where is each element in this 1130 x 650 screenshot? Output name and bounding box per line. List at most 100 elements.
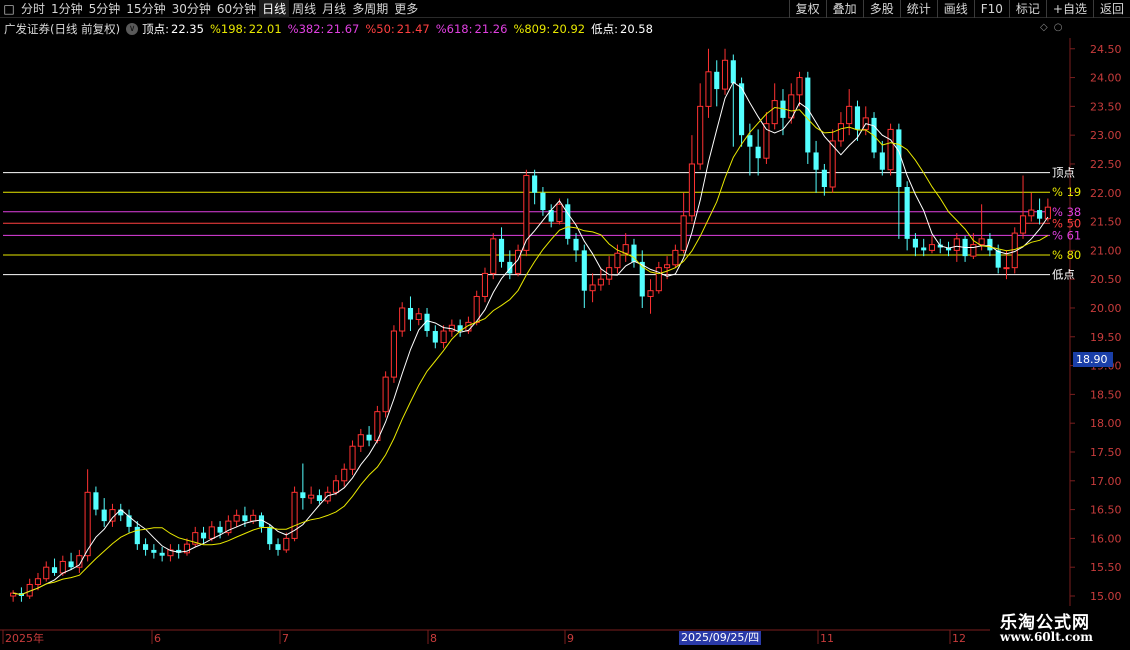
settings-icon[interactable]: ○ <box>1054 22 1063 33</box>
candle <box>887 123 894 176</box>
toolbar-button-1[interactable]: 叠加 <box>825 0 863 18</box>
x-tick-label: 12 <box>952 632 966 645</box>
candle-body <box>581 250 587 291</box>
candle-body <box>680 215 687 251</box>
candle <box>829 129 836 193</box>
candle-body <box>813 152 819 170</box>
candle-body <box>970 244 977 257</box>
candle <box>143 538 149 556</box>
diamond-icon[interactable]: ◇ <box>1040 22 1048 33</box>
candle-body <box>43 566 50 580</box>
candle <box>606 256 613 285</box>
candle-body <box>275 544 281 550</box>
candle <box>647 279 654 314</box>
candle-body <box>208 526 215 539</box>
candle-body <box>151 549 157 553</box>
period-tab-3[interactable]: 15分钟 <box>123 0 168 18</box>
function-buttons: 复权 叠加 多股 统计 画线 F10 标记 +自选 返回 <box>788 0 1130 18</box>
candle <box>573 233 579 262</box>
candle <box>382 371 389 418</box>
toolbar-button-7[interactable]: +自选 <box>1045 0 1093 18</box>
candle <box>10 590 17 602</box>
f198-label: %198: <box>209 22 247 36</box>
candle-body <box>159 552 165 556</box>
candle <box>896 123 902 239</box>
candle <box>316 489 322 504</box>
candle <box>126 509 132 533</box>
y-tick-label: 21.50 <box>1090 216 1122 229</box>
period-tab-8[interactable]: 月线 <box>319 0 349 18</box>
toolbar-button-0[interactable]: 复权 <box>788 0 826 18</box>
candle-body <box>705 71 712 107</box>
collapse-icon[interactable]: □ <box>0 0 18 18</box>
toolbar-button-3[interactable]: 统计 <box>899 0 937 18</box>
candle <box>813 140 819 193</box>
candle <box>639 250 645 308</box>
candle <box>151 544 157 559</box>
candle <box>904 181 910 251</box>
x-tick-label: 11 <box>820 632 834 645</box>
x-tick-label: 2025年 <box>5 631 44 645</box>
candle <box>118 503 124 522</box>
toolbar-button-2[interactable]: 多股 <box>862 0 900 18</box>
candle <box>680 192 687 254</box>
chart-grid <box>0 38 1071 631</box>
stock-title[interactable]: 广发证券(日线 前复权) <box>4 21 120 37</box>
candle-body <box>407 307 414 320</box>
candle-body <box>589 284 596 292</box>
candle <box>953 233 960 262</box>
candle <box>1019 175 1027 239</box>
candle <box>68 552 74 571</box>
candle-body <box>332 480 340 493</box>
f809-value: 20.92 <box>552 22 586 36</box>
candle-body <box>978 238 985 246</box>
candle-body <box>341 468 348 482</box>
candle-body <box>540 192 546 211</box>
candle-body <box>415 313 422 321</box>
candle <box>357 428 364 452</box>
period-tab-10[interactable]: 更多 <box>391 0 421 18</box>
candle-body <box>854 106 861 130</box>
candle <box>631 238 637 268</box>
candle-body <box>912 238 918 248</box>
candle-body <box>904 187 910 239</box>
y-tick-label: 22.50 <box>1090 158 1122 171</box>
f198-value: 22.01 <box>248 22 282 36</box>
f618-value: 21.26 <box>474 22 508 36</box>
candle-body <box>283 537 290 551</box>
period-tabs: □ 分时 1分钟 5分钟 15分钟 30分钟 60分钟 日线 周线 月线 多周期 更多 <box>0 0 421 18</box>
candle-body <box>771 100 778 125</box>
candle-body <box>324 491 331 502</box>
candle-body <box>490 238 497 274</box>
period-tab-2[interactable]: 5分钟 <box>86 0 124 18</box>
candle <box>763 112 770 164</box>
candle <box>473 290 480 326</box>
candle-body <box>928 244 936 251</box>
toolbar-button-6[interactable]: 标记 <box>1008 0 1046 18</box>
toolbar-button-8[interactable]: 返回 <box>1092 0 1130 18</box>
period-tab-6[interactable]: 日线 <box>259 0 290 18</box>
y-tick-label: 16.00 <box>1090 532 1122 545</box>
period-tab-4[interactable]: 30分钟 <box>169 0 214 18</box>
y-tick-label: 20.00 <box>1090 302 1122 315</box>
candle <box>805 71 811 164</box>
candle-body <box>399 307 406 332</box>
candle <box>498 227 505 268</box>
toolbar-button-5[interactable]: F10 <box>973 0 1009 18</box>
f382-label: %382: <box>287 22 325 36</box>
candle <box>481 267 489 303</box>
candle <box>780 89 786 136</box>
candlestick-chart[interactable]: 顶点% 19% 38% 50% 61% 80低点 24.5024.0023.50… <box>0 38 1130 650</box>
toolbar-button-4[interactable]: 画线 <box>936 0 974 18</box>
candle-body <box>300 492 306 499</box>
candle <box>93 486 99 516</box>
period-tab-5[interactable]: 60分钟 <box>214 0 259 18</box>
candle <box>655 261 662 294</box>
candle <box>300 463 306 510</box>
period-tab-7[interactable]: 周线 <box>289 0 319 18</box>
period-tab-1[interactable]: 1分钟 <box>48 0 86 18</box>
chevron-down-icon[interactable]: ∨ <box>126 23 139 35</box>
period-tab-9[interactable]: 多周期 <box>349 0 391 18</box>
period-tab-0[interactable]: 分时 <box>18 0 48 18</box>
candle-body <box>1003 267 1010 270</box>
